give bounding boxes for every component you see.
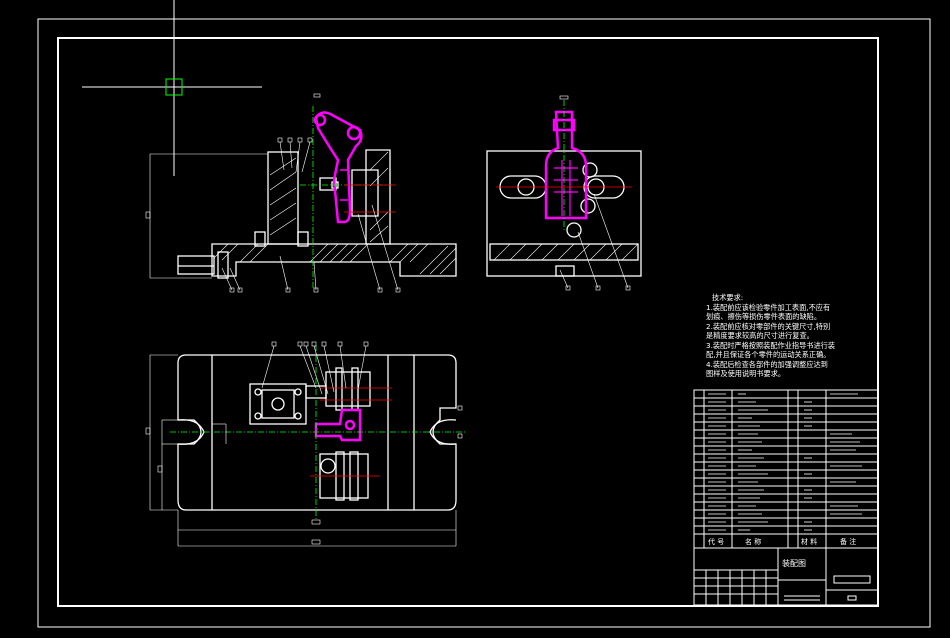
side-view-clamp-part xyxy=(544,110,588,220)
parts-header-material: 材 料 xyxy=(801,538,818,546)
top-view-lever-part xyxy=(314,408,362,442)
tech-requirement-line: 3.装配时严格按照装配作业指导书进行装 xyxy=(706,340,836,350)
tech-requirement-line: 配,并且保证各个零件的运动关系正确。 xyxy=(706,350,831,359)
front-view xyxy=(177,149,457,279)
drawing-title: 装配图 xyxy=(782,559,806,568)
tech-requirement-line: 是精度要求较高的尺寸进行复查。 xyxy=(706,331,814,340)
parts-list-table xyxy=(693,389,879,549)
tech-requirements-title: 技术要求: xyxy=(712,293,744,302)
crosshair-cursor-icon xyxy=(82,0,262,176)
tech-requirement-line: 4.装配后检查各部件的加强调整应达到 xyxy=(706,359,828,369)
technical-requirements: 技术要求: 1.装配前应该检验零件加工表面,不应有 划痕、擦伤等损伤零件表面的缺… xyxy=(706,293,876,379)
tech-requirement-line: 2.装配前应核对零部件的关键尺寸,特别 xyxy=(706,321,831,331)
tech-requirement-line: 图样及使用说明书要求。 xyxy=(706,369,786,378)
tech-requirement-line: 划痕、擦伤等损伤零件表面的缺陷。 xyxy=(706,312,822,321)
title-block xyxy=(693,547,879,606)
tech-requirement-line: 1.装配前应该检验零件加工表面,不应有 xyxy=(706,302,831,312)
parts-header-remarks: 备 注 xyxy=(840,538,857,546)
top-view-center-lines xyxy=(170,345,466,520)
front-view-lever-part xyxy=(313,111,363,224)
parts-header-name: 名 称 xyxy=(745,538,762,546)
parts-header-code: 代 号 xyxy=(708,538,725,546)
